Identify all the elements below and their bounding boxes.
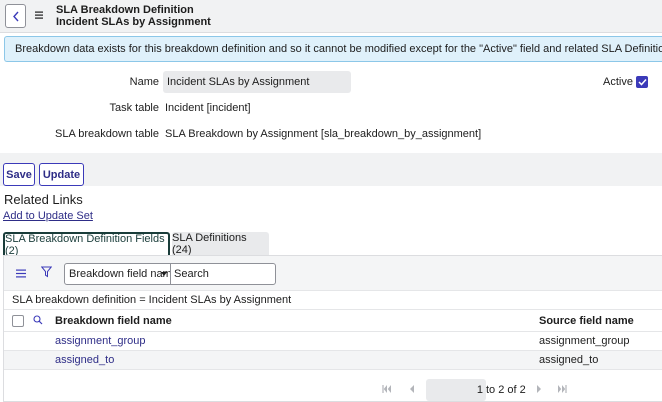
name-field-value: Incident SLAs by Assignment xyxy=(167,76,310,88)
context-menu-icon[interactable] xyxy=(34,10,44,20)
task-table-label: Task table xyxy=(109,102,159,114)
list-pager: 1 to 2 of 2 xyxy=(4,377,662,402)
info-banner-text: Breakdown data exists for this breakdown… xyxy=(15,43,662,55)
breakdown-field-link[interactable]: assigned_to xyxy=(55,354,114,366)
search-placeholder: Search xyxy=(174,268,209,280)
page-range-text: to 2 of 2 xyxy=(486,384,526,396)
form-header: SLA Breakdown Definition Incident SLAs b… xyxy=(0,0,662,33)
active-checkbox[interactable] xyxy=(636,76,648,88)
chevron-down-icon xyxy=(161,272,167,276)
last-page-icon[interactable] xyxy=(557,385,567,393)
related-list: Breakdown field name Search SLA breakdow… xyxy=(3,255,662,402)
table-row: assignment_group assignment_group xyxy=(4,332,662,351)
sla-breakdown-table-value: SLA Breakdown by Assignment [sla_breakdo… xyxy=(165,128,482,140)
column-search-icon[interactable] xyxy=(33,315,43,325)
name-label: Name xyxy=(129,76,159,88)
list-menu-icon[interactable] xyxy=(16,269,26,278)
list-toolbar: Breakdown field name Search xyxy=(4,256,662,291)
table-row: assigned_to assigned_to xyxy=(4,351,662,370)
page-number-value: 1 xyxy=(476,384,483,396)
breakdown-field-link[interactable]: assignment_group xyxy=(55,335,146,347)
add-to-update-set-link[interactable]: Add to Update Set xyxy=(3,210,93,222)
form-button-bar xyxy=(0,153,662,186)
source-field-cell: assigned_to xyxy=(539,354,599,366)
related-links-heading: Related Links xyxy=(4,192,83,207)
column-header-source-field-name[interactable]: Source field name xyxy=(539,315,634,327)
list-breadcrumb[interactable]: SLA breakdown definition = Incident SLAs… xyxy=(12,292,291,308)
name-field[interactable]: Incident SLAs by Assignment xyxy=(163,71,351,93)
table-header: Breakdown field name Source field name xyxy=(4,309,662,332)
select-all-checkbox[interactable] xyxy=(12,315,24,327)
form-title: SLA Breakdown Definition xyxy=(56,4,194,16)
task-table-value: Incident [incident] xyxy=(165,102,251,114)
back-button[interactable] xyxy=(5,4,26,28)
update-button[interactable]: Update xyxy=(39,163,84,186)
source-field-cell: assignment_group xyxy=(539,335,630,347)
chevron-left-icon xyxy=(12,11,19,21)
page-title: SLA Breakdown Definition Incident SLAs b… xyxy=(56,4,211,28)
next-page-icon[interactable] xyxy=(536,385,542,393)
tab-sla-breakdown-definition-fields[interactable]: SLA Breakdown Definition Fields (2) xyxy=(3,232,170,257)
list-search-input[interactable]: Search xyxy=(170,263,276,285)
filter-icon[interactable] xyxy=(41,266,52,278)
search-field-select[interactable]: Breakdown field name xyxy=(64,263,171,285)
info-banner: Breakdown data exists for this breakdown… xyxy=(4,36,662,62)
sla-breakdown-table-label: SLA breakdown table xyxy=(55,128,159,140)
tab-sla-definitions[interactable]: SLA Definitions (24) xyxy=(172,232,269,256)
save-button[interactable]: Save xyxy=(3,163,35,186)
column-header-breakdown-field-name[interactable]: Breakdown field name xyxy=(55,315,172,327)
first-page-icon[interactable] xyxy=(382,385,392,393)
record-title: Incident SLAs by Assignment xyxy=(56,16,211,28)
checkmark-icon xyxy=(637,78,647,86)
page-number-input[interactable]: 1 xyxy=(426,379,486,401)
previous-page-icon[interactable] xyxy=(409,385,415,393)
active-label: Active xyxy=(603,76,633,88)
search-field-select-value: Breakdown field name xyxy=(69,268,171,280)
